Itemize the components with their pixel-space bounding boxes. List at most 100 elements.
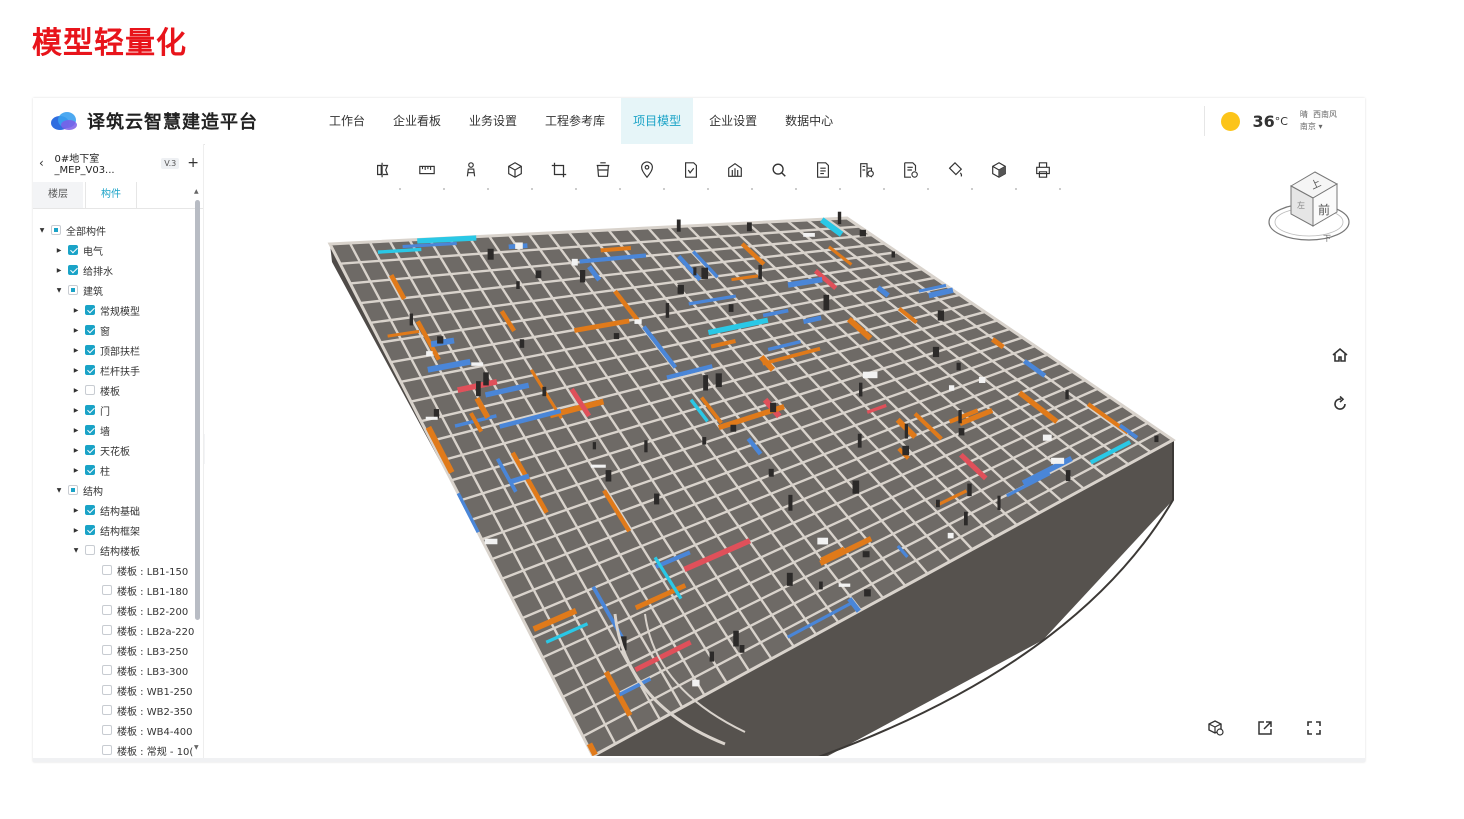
scroll-up-icon[interactable]: ▲ [194, 188, 199, 195]
tree-node[interactable]: ▼ 结构楼板 [71, 540, 140, 560]
tab-floors[interactable]: 楼层 [33, 182, 83, 208]
settings-cube-icon[interactable] [1207, 719, 1225, 737]
caret-right-icon[interactable]: ▶ [71, 307, 81, 314]
tree-checkbox[interactable] [85, 345, 95, 355]
weather-city[interactable]: 南京 [1300, 122, 1316, 131]
back-icon[interactable]: ‹ [39, 156, 51, 170]
caret-right-icon[interactable]: ▶ [71, 427, 81, 434]
tree-node[interactable]: ▶ 给排水 [54, 260, 113, 280]
tree-checkbox[interactable] [85, 365, 95, 375]
tree-node[interactable]: ▶ 墙 [71, 420, 110, 440]
project-name[interactable]: 0#地下室_MEP_V03... [55, 150, 156, 176]
tree-checkbox[interactable] [85, 525, 95, 535]
tree-checkbox[interactable] [102, 585, 112, 595]
roam-icon[interactable] [449, 154, 493, 190]
viewcube-bottom-label[interactable]: 下 [1323, 234, 1331, 243]
scrollbar-thumb[interactable] [195, 200, 200, 620]
tree-checkbox[interactable] [68, 285, 78, 295]
tree-checkbox[interactable] [85, 445, 95, 455]
paint-icon[interactable] [933, 154, 977, 190]
tree-checkbox[interactable] [85, 305, 95, 315]
mark-icon[interactable] [669, 154, 713, 190]
tree-checkbox[interactable] [102, 565, 112, 575]
add-icon[interactable]: + [187, 155, 199, 171]
viewcube-left-label[interactable]: 左 [1297, 200, 1305, 210]
share-icon[interactable] [1256, 719, 1274, 737]
building-icon[interactable] [713, 154, 757, 190]
tree-node[interactable]: 楼板 : LB2-200 [88, 600, 188, 620]
caret-right-icon[interactable]: ▶ [71, 447, 81, 454]
tree-checkbox[interactable] [85, 325, 95, 335]
bim-model-canvas[interactable] [205, 144, 1365, 756]
tree-checkbox[interactable] [102, 685, 112, 695]
tree-node[interactable]: ▶ 结构基础 [71, 500, 140, 520]
search-icon[interactable] [757, 154, 801, 190]
brand[interactable]: 译筑云智慧建造平台 [49, 108, 258, 134]
tree-node[interactable]: ▶ 结构框架 [71, 520, 140, 540]
tab-components[interactable]: 构件 [85, 182, 137, 208]
caret-right-icon[interactable]: ▶ [71, 467, 81, 474]
tree-node[interactable]: ▶ 栏杆扶手 [71, 360, 140, 380]
tree-node[interactable]: 楼板 : WB1-250 [88, 680, 193, 700]
caret-right-icon[interactable]: ▶ [71, 387, 81, 394]
tree-node[interactable]: 楼板 : LB3-300 [88, 660, 188, 680]
tree-checkbox[interactable] [85, 405, 95, 415]
tree-node[interactable]: ▶ 柱 [71, 460, 110, 480]
tree-checkbox[interactable] [51, 225, 61, 235]
tree-checkbox[interactable] [85, 505, 95, 515]
crop-icon[interactable] [537, 154, 581, 190]
tree-node[interactable]: 楼板 : LB2a-220 [88, 620, 194, 640]
print-icon[interactable] [1021, 154, 1065, 190]
tree-checkbox[interactable] [102, 725, 112, 735]
isolate-icon[interactable] [977, 154, 1021, 190]
tree-node[interactable]: ▶ 天花板 [71, 440, 130, 460]
nav-item-0[interactable]: 工作台 [317, 98, 377, 144]
tree-checkbox[interactable] [102, 625, 112, 635]
property-icon[interactable] [889, 154, 933, 190]
tree-checkbox[interactable] [68, 245, 78, 255]
tree-node[interactable]: ▶ 窗 [71, 320, 110, 340]
tree-checkbox[interactable] [102, 745, 112, 755]
tree-node[interactable]: 楼板 : LB3-250 [88, 640, 188, 660]
fullscreen-icon[interactable] [1305, 719, 1323, 737]
explode-icon[interactable] [493, 154, 537, 190]
tree-checkbox[interactable] [85, 425, 95, 435]
tree-node[interactable]: 楼板 : 常规 - 10( [88, 740, 193, 760]
tree-checkbox[interactable] [102, 665, 112, 675]
rotate-icon[interactable] [1331, 395, 1349, 413]
tree-checkbox[interactable] [102, 705, 112, 715]
weather-widget[interactable]: 36 °C 晴 西南风 南京 ▾ [1204, 106, 1337, 136]
caret-right-icon[interactable]: ▶ [71, 527, 81, 534]
nav-item-3[interactable]: 工程参考库 [533, 98, 617, 144]
nav-item-4[interactable]: 项目模型 [621, 98, 694, 144]
sidebar-scrollbar[interactable]: ▲ ▼ [194, 188, 200, 751]
location-icon[interactable] [625, 154, 669, 190]
tree-node[interactable]: ▼ 建筑 [54, 280, 103, 300]
tree-node[interactable]: 楼板 : LB1-150 [88, 560, 188, 580]
caret-right-icon[interactable]: ▶ [71, 367, 81, 374]
tree-checkbox[interactable] [102, 645, 112, 655]
tree-node[interactable]: 楼板 : LB1-180 [88, 580, 188, 600]
tree-node[interactable]: ▶ 常规模型 [71, 300, 140, 320]
tree-checkbox[interactable] [68, 485, 78, 495]
nav-item-1[interactable]: 企业看板 [381, 98, 453, 144]
view-cube[interactable]: 上 前 左 下 [1267, 164, 1357, 246]
tree-node[interactable]: ▶ 门 [71, 400, 110, 420]
measure-icon[interactable] [405, 154, 449, 190]
section-icon[interactable] [361, 154, 405, 190]
nav-item-5[interactable]: 企业设置 [697, 98, 769, 144]
document-icon[interactable] [801, 154, 845, 190]
tree-checkbox[interactable] [85, 465, 95, 475]
caret-right-icon[interactable]: ▶ [54, 267, 64, 274]
layer-icon[interactable] [581, 154, 625, 190]
tree-node[interactable]: ▶ 顶部扶栏 [71, 340, 140, 360]
model-viewer[interactable]: 上 前 左 下 [205, 144, 1365, 756]
caret-right-icon[interactable]: ▶ [71, 507, 81, 514]
caret-right-icon[interactable]: ▶ [71, 347, 81, 354]
floor-icon[interactable] [845, 154, 889, 190]
tree-node[interactable]: ▶ 电气 [54, 240, 103, 260]
nav-item-6[interactable]: 数据中心 [773, 98, 845, 144]
home-icon[interactable] [1331, 346, 1349, 364]
tree-node[interactable]: ▼ 全部构件 [37, 220, 106, 240]
tree-node[interactable]: ▼ 结构 [54, 480, 103, 500]
